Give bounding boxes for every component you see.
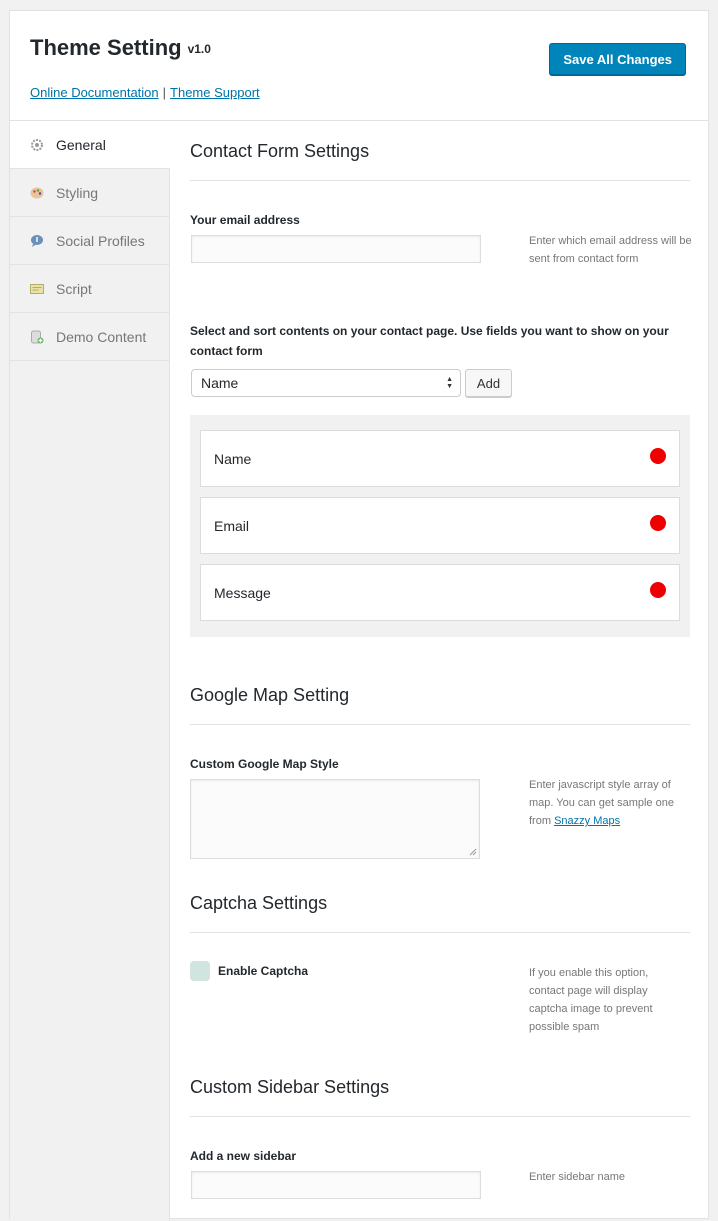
enable-captcha-checkbox[interactable] [190,961,210,981]
sidebar-item-styling[interactable]: Styling [10,169,169,217]
palette-icon [30,186,44,200]
email-field[interactable] [191,235,481,263]
gear-icon [30,138,44,152]
sidebar-item-social-profiles[interactable]: Social Profiles [10,217,169,265]
add-field-button[interactable]: Add [465,369,512,397]
database-icon [30,330,44,344]
sidebar-item-label: Social Profiles [56,232,145,249]
enable-captcha-row: Enable Captcha [190,961,308,981]
google-map-title: Google Map Setting [190,685,690,725]
settings-sidebar: General Styling Social Profiles Script D… [10,121,170,1221]
sidebar-name-description: Enter sidebar name [529,1171,625,1183]
email-description: Enter which email address will be sent f… [529,235,692,265]
resize-handle-icon[interactable] [469,848,477,856]
custom-sidebar-title: Custom Sidebar Settings [190,1077,690,1117]
enable-captcha-label: Enable Captcha [218,964,309,978]
online-documentation-link[interactable]: Online Documentation [30,85,159,100]
theme-settings-panel: Theme Setting v1.0 Online Documentation | T… [9,10,709,1221]
sidebar-item-label: General [56,136,106,153]
map-style-description: Enter javascript style array of map. You… [529,776,691,830]
sidebar-item-label: Demo Content [56,328,147,345]
map-style-textarea[interactable] [190,779,480,859]
field-label: Name [214,450,252,467]
link-separator: | [162,85,167,100]
settings-header: Theme Setting v1.0 Online Documentation | T… [10,11,708,121]
captcha-section: Captcha Settings [190,893,690,933]
list-item[interactable]: Name [200,430,680,487]
sidebar-name-field[interactable] [191,1171,481,1199]
remove-field-icon[interactable] [650,582,666,598]
list-item[interactable]: Email [200,497,680,554]
contact-form-title: Contact Form Settings [190,141,690,181]
sortable-fields-list: Name Email Message [190,415,690,637]
add-sidebar-label: Add a new sidebar [190,1149,297,1163]
email-label: Your email address [190,213,300,227]
google-map-section: Google Map Setting [190,685,690,725]
map-style-label: Custom Google Map Style [190,757,339,771]
sidebar-item-general[interactable]: General [10,121,170,169]
captcha-description: If you enable this option, contact page … [529,967,653,1033]
list-item[interactable]: Message [200,564,680,621]
contact-form-section: Contact Form Settings [190,141,690,181]
captcha-title: Captcha Settings [190,893,690,933]
select-value: Name [201,375,239,391]
page-title: Theme Setting v1.0 [30,35,211,61]
version-label: v1.0 [187,42,211,56]
contact-field-select[interactable]: Name ▲ ▼ [191,369,461,397]
select-arrows-icon: ▲ ▼ [446,376,453,390]
field-label: Email [214,517,250,534]
page-title-text: Theme Setting [30,35,182,60]
snazzy-maps-link[interactable]: Snazzy Maps [554,815,620,827]
script-icon [30,282,44,296]
chat-icon [30,234,44,248]
sidebar-item-script[interactable]: Script [10,265,169,313]
remove-field-icon[interactable] [650,448,666,464]
theme-support-link[interactable]: Theme Support [170,85,260,100]
sidebar-item-label: Script [56,280,92,297]
custom-sidebar-section: Custom Sidebar Settings [190,1077,690,1117]
header-links: Online Documentation | Theme Support [30,85,260,100]
sidebar-item-label: Styling [56,184,99,201]
save-all-changes-button[interactable]: Save All Changes [549,43,686,75]
sidebar-item-demo-content[interactable]: Demo Content [10,313,169,361]
field-label: Message [214,584,271,601]
sort-contents-label: Select and sort contents on your contact… [190,324,669,358]
remove-field-icon[interactable] [650,515,666,531]
